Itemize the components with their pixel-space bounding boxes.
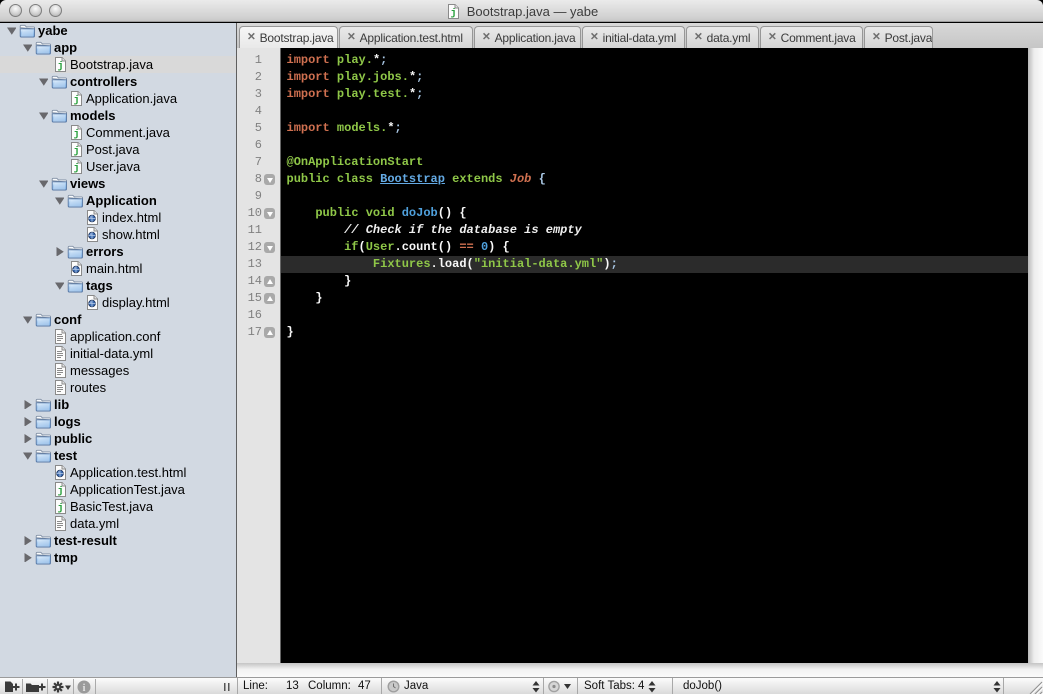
svg-text:i: i — [83, 683, 86, 694]
